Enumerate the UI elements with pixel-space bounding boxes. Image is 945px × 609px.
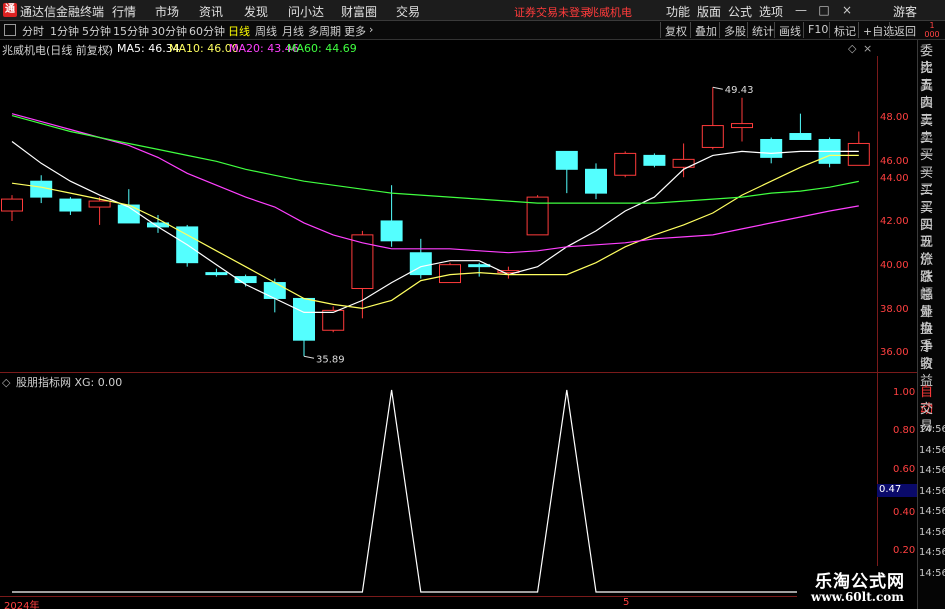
indicator-cursor-value: 0.47 [877,484,917,497]
ind-tick-04: 0.40 [893,507,916,518]
tick-time-4: 14:56 [919,506,945,517]
price-axis-line [877,56,878,596]
candle-body [293,297,315,341]
candle-body [322,309,345,331]
date-start: 2024年 [4,601,40,609]
candle-body [789,133,812,140]
candle-body [205,272,228,276]
price-tick-42: 42.00 [880,216,909,227]
ma5-line [11,141,859,313]
candle-body [468,264,491,268]
candle-body [380,220,403,242]
indicator-name[interactable]: 股朋指标网 XG: 0.00 [16,376,122,389]
ind-tick-1: 1.00 [893,387,916,398]
panel-divider[interactable] [0,372,917,373]
candle-body [59,198,82,212]
price-tick-46: 46.00 [880,156,909,167]
tick-time-5: 14:56 [919,526,945,538]
tick-time-1: 14:56 [919,444,945,456]
date-axis: 2024年 5 [0,596,917,609]
ind-tick-08: 0.80 [893,425,916,436]
tick-time-6: 14:56 [919,547,945,558]
candle-body [88,200,111,208]
ma10-line [11,154,859,310]
candle-body [263,282,286,299]
high-pointer [712,86,723,90]
price-tick-44: 44.00 [880,173,909,184]
price-tick-36: 36.00 [880,347,909,358]
site-watermark: 乐淘公式网 www.60lt.com [797,566,917,609]
ind-tick-02: 0.20 [893,545,916,556]
candle-body [731,123,753,129]
date-mid: 5 [623,597,630,608]
candle-body [847,142,870,166]
tick-time-0: 14:56 [919,424,945,435]
low-pointer [303,355,315,359]
indicator-settings-icon[interactable]: ◇ [2,376,10,389]
candle-body [585,168,607,194]
candle-body [1,198,23,212]
kline-chart[interactable]: 49.43 35.89 [0,0,945,609]
ma60-line [11,115,859,204]
price-tick-40: 40.00 [880,260,909,271]
candle-body [701,125,724,148]
low-price-label: 35.89 [316,354,345,365]
ind-tick-06: 0.60 [893,464,916,475]
candle-body [643,154,666,166]
price-tick-48: 48.00 [880,112,909,123]
indicator-header: ◇ 股朋指标网 XG: 0.00 [0,374,122,389]
candle-body [760,138,783,158]
price-tick-38: 38.00 [880,304,909,315]
high-price-label: 49.43 [725,85,754,96]
tick-time-2: 14:56 [919,465,945,476]
tick-time-7: 14:56 [919,567,945,579]
ma20-line [11,113,859,254]
watermark-title: 乐淘公式网 [815,572,905,592]
xg-indicator-line [12,389,859,593]
candle-body [117,204,140,224]
candle-body [555,150,578,170]
watermark-url: www.60lt.com [811,590,904,604]
candle-body [614,152,637,176]
quote-side-panel: 委比 卖五 卖四 卖三 卖二 卖一 买一 买二 买三 买四 买五 现价 涨跌 涨幅 总量 外盘 换手 净资 收益 自动… [917,40,945,609]
tick-time-3: 14:56 [919,485,945,497]
